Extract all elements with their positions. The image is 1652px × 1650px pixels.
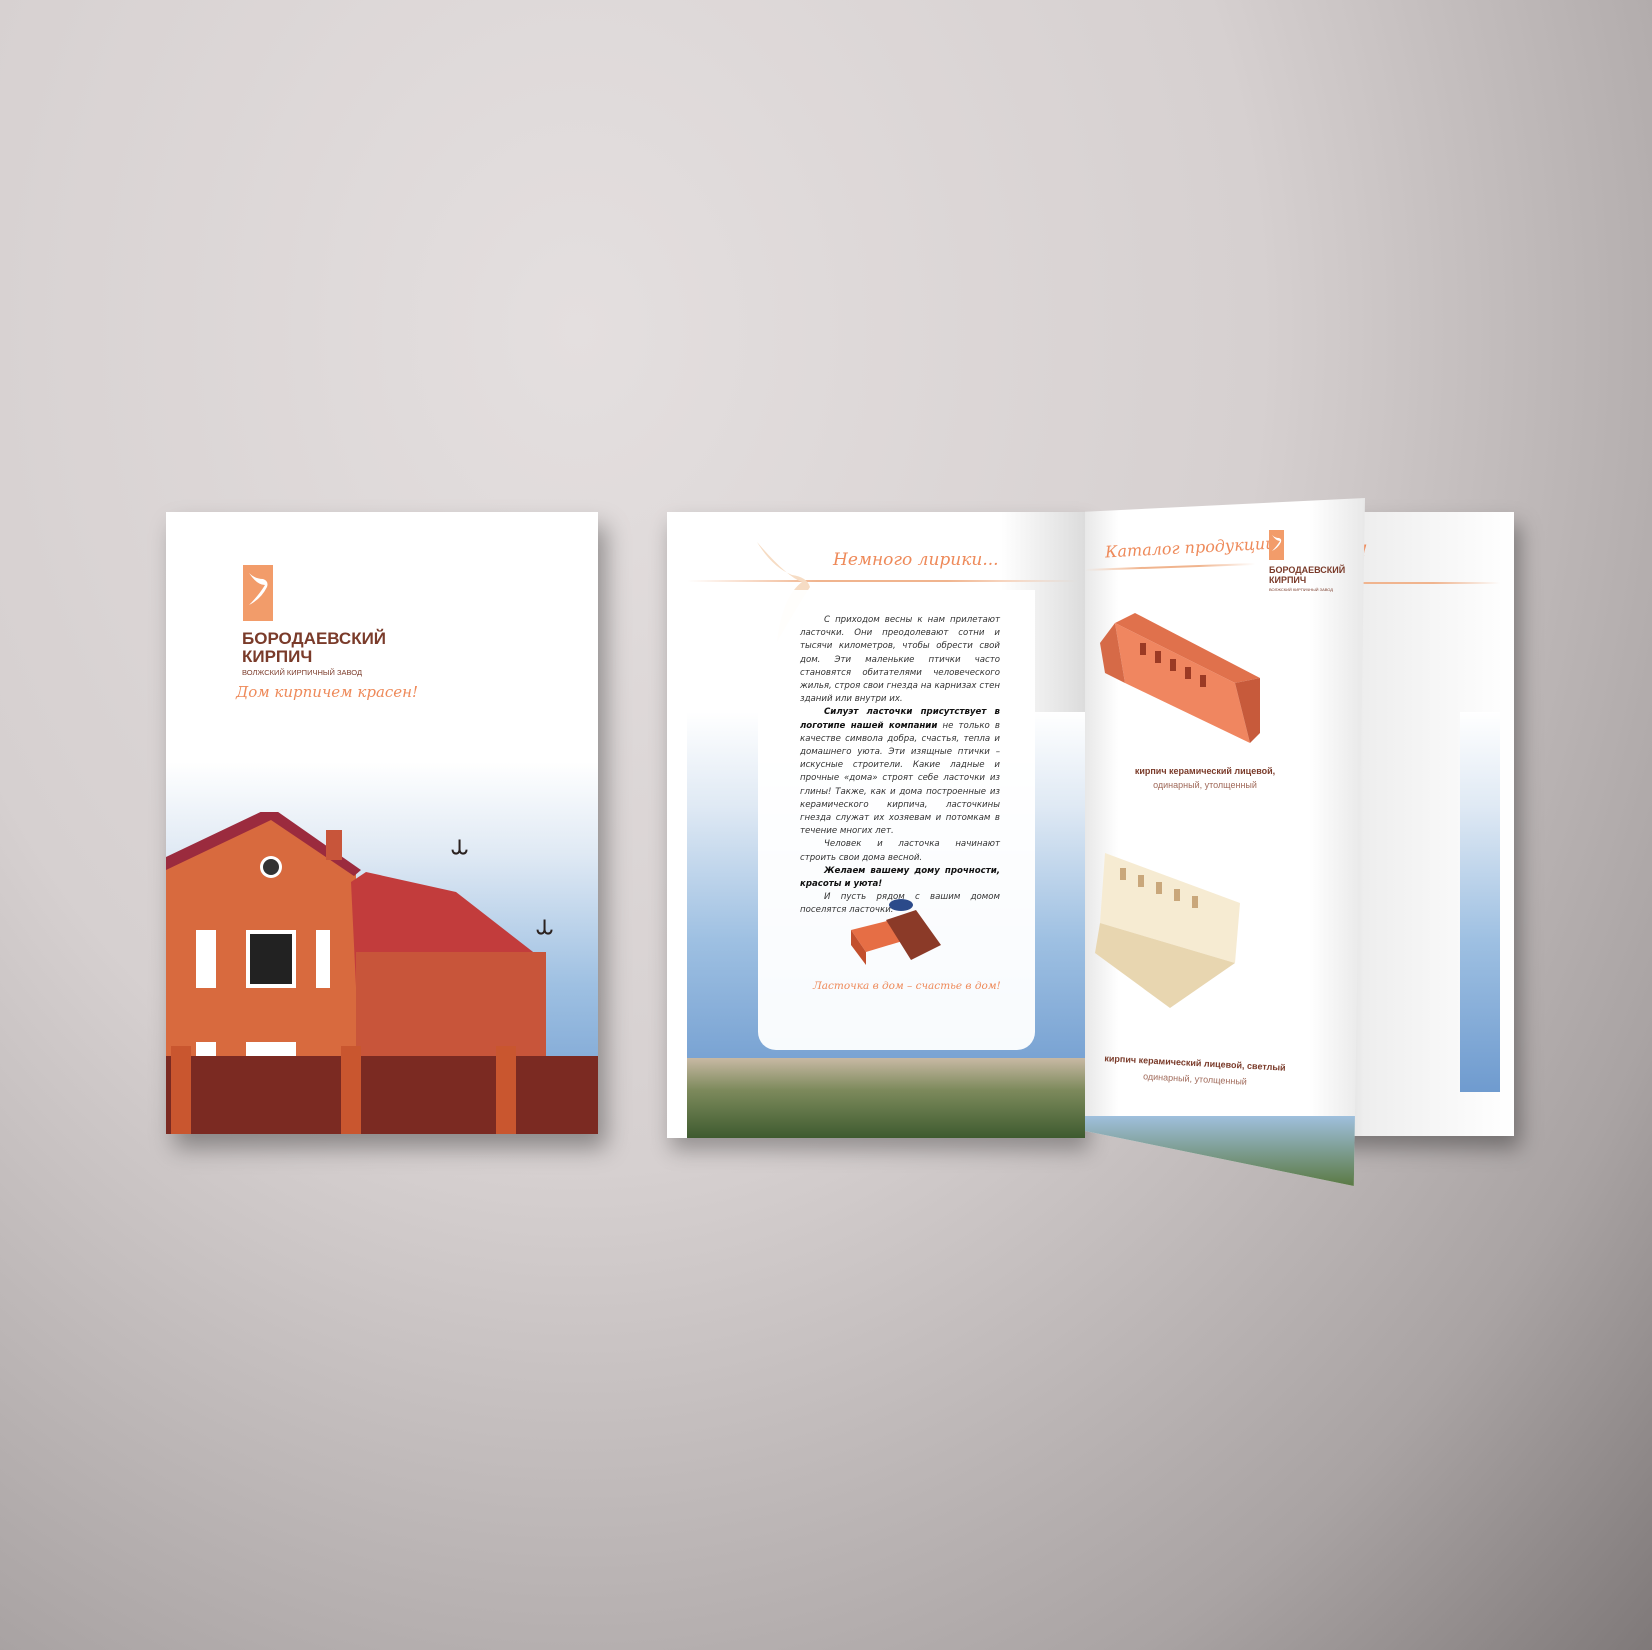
- brand-name-line2: КИРПИЧ: [1269, 575, 1307, 585]
- swallow-logo-icon: [1269, 530, 1284, 560]
- brand-name-line2: КИРПИЧ: [242, 647, 313, 666]
- text-panel: С приходом весны к нам прилетают ласточк…: [758, 590, 1035, 1050]
- swallow-bird-icon: ⥿: [451, 827, 468, 862]
- lyric-page: Немного лирики... С приходом весны к нам…: [667, 512, 1085, 1138]
- fence-post: [341, 1046, 361, 1134]
- product-description: одинарный, утолщенный: [1153, 780, 1257, 790]
- divider-line: [687, 580, 1077, 582]
- paragraph: Желаем вашему дому прочности, красоты и …: [800, 865, 1000, 891]
- brand-name-line1: БОРОДАЕВСКИЙ: [242, 629, 387, 648]
- red-brick-image: [1100, 613, 1260, 743]
- brochure-cover: БОРОДАЕВСКИЙ КИРПИЧ ВОЛЖСКИЙ КИРПИЧНЫЙ З…: [166, 512, 598, 1134]
- cover-slogan: Дом кирпичем красен!: [236, 683, 419, 701]
- paragraph: Человек и ласточка начинают строить свои…: [800, 838, 1000, 864]
- swallow-bird-icon: ⥿: [536, 907, 553, 942]
- sky-strip: [1460, 712, 1500, 1092]
- brand-subtitle: ВОЛЖСКИЙ КИРПИЧНЫЙ ЗАВОД: [242, 668, 363, 677]
- town-photo: [687, 1058, 1085, 1138]
- brand-subtitle: ВОЛЖСКИЙ КИРПИЧНЫЙ ЗАВОД: [1269, 587, 1334, 592]
- lyric-body: С приходом весны к нам прилетают ласточк…: [800, 614, 1000, 918]
- catalog-page: Каталог продукции БОРОДАЕВСКИЙ КИРПИЧ ВО…: [1085, 498, 1365, 1186]
- paragraph-text: Человек и ласточка начинают строить свои…: [800, 839, 1000, 863]
- paragraph-text: не только в качестве символа добра, счас…: [800, 720, 1000, 837]
- brand-name-line1: БОРОДАЕВСКИЙ: [1269, 565, 1346, 575]
- paragraph: С приходом весны к нам прилетают ласточк…: [800, 614, 1000, 706]
- divider-line: [1085, 563, 1255, 571]
- bricks-with-swallow-image: [851, 899, 941, 965]
- paragraph: Силуэт ласточки присутствует в логотипе …: [800, 706, 1000, 838]
- swallow-logo-icon: [243, 565, 273, 621]
- light-brick-image: [1095, 853, 1240, 1008]
- lyric-caption: Ласточка в дом – счастье в дом!: [813, 980, 1001, 992]
- fence-post: [171, 1046, 191, 1134]
- paragraph-bold: Желаем вашему дому прочности, красоты и …: [800, 865, 1000, 890]
- paragraph-text: С приходом весны к нам прилетают ласточк…: [800, 615, 1000, 705]
- product-description: одинарный, утолщенный: [1142, 1071, 1248, 1087]
- town-photo: [1085, 1116, 1365, 1186]
- product-name: кирпич керамический лицевой,: [1134, 766, 1276, 776]
- lyric-title: Немного лирики...: [833, 550, 999, 570]
- catalog-title: Каталог продукции: [1104, 533, 1276, 562]
- fence-post: [496, 1046, 516, 1134]
- fence: [166, 1056, 598, 1134]
